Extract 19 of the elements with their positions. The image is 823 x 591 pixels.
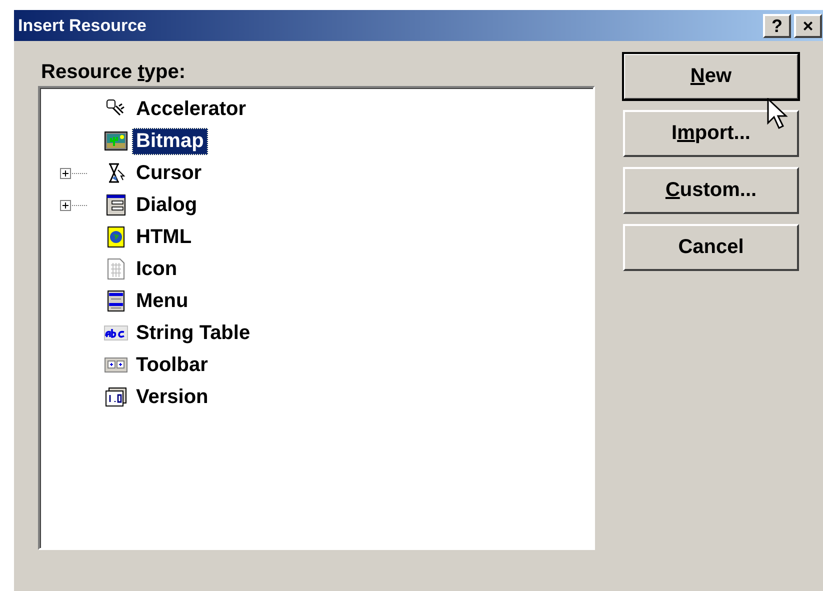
tree-item[interactable]: Icon [132, 256, 182, 282]
tree-item[interactable]: Dialog [132, 192, 202, 218]
tree-item[interactable]: HTML [132, 224, 196, 250]
tree-item[interactable]: String Table [132, 320, 254, 346]
dialog-button[interactable]: New [623, 53, 799, 100]
resource-tree[interactable]: Accelerator Bitmap Cursor Dialog HTML Icon Menu String Table Toolbar Version [38, 86, 595, 550]
tree-item[interactable]: Cursor [132, 160, 206, 186]
dialog-button[interactable]: Custom... [623, 167, 799, 214]
tree-item[interactable]: Menu [132, 288, 192, 314]
close-button[interactable]: × [794, 14, 822, 38]
tree-item[interactable]: Version [132, 384, 212, 410]
window-title: Insert Resource [18, 16, 146, 36]
help-button[interactable]: ? [763, 14, 791, 38]
dialog-button[interactable]: Cancel [623, 224, 799, 271]
resource-type-label: Resource type: [41, 61, 187, 84]
tree-item[interactable]: Accelerator [132, 96, 250, 122]
tree-item[interactable]: Bitmap [132, 128, 208, 154]
tree-item[interactable]: Toolbar [132, 352, 212, 378]
dialog-button[interactable]: Import... [623, 110, 799, 157]
